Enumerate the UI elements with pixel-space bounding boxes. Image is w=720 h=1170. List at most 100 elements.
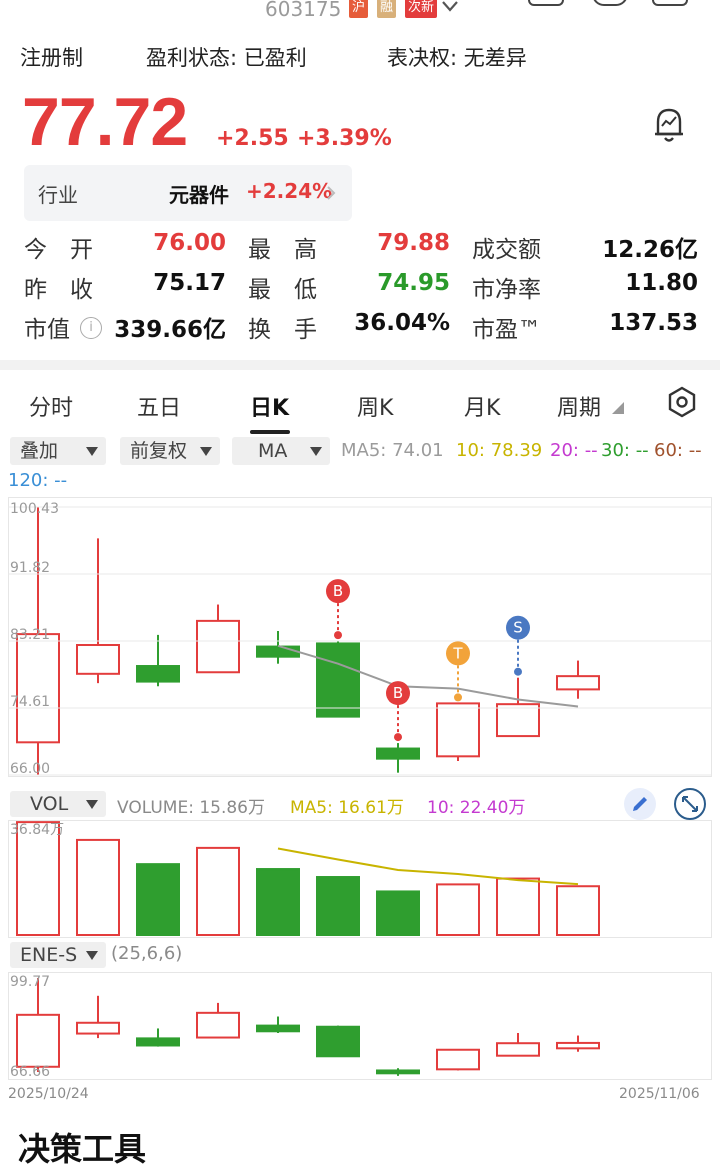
kline-candle: [316, 642, 360, 718]
adjust-dropdown[interactable]: 前复权: [120, 437, 220, 465]
industry-card[interactable]: 行业 元器件 +2.24%: [24, 165, 352, 221]
kline-candle: [376, 747, 420, 760]
ene-candle: [136, 1037, 180, 1047]
ma10-legend: 10: 78.39: [456, 440, 543, 461]
quote-label: 最 高: [248, 237, 317, 263]
info-icon[interactable]: i: [80, 317, 102, 339]
kline-candle: [136, 665, 180, 683]
kline-chart[interactable]: 100.43 91.82 83.21 74.61 66.00 B B T S: [8, 497, 712, 787]
indicator-label: MA: [258, 440, 288, 462]
chevron-down-icon[interactable]: [441, 0, 459, 14]
ene-chart[interactable]: 99.77 66.66: [8, 972, 712, 1080]
overlay-dropdown[interactable]: 叠加: [10, 437, 106, 465]
volume-bar: [376, 890, 420, 936]
quote-label: 昨 收: [24, 277, 93, 303]
registration-label: 注册制: [20, 46, 83, 70]
back-menu-icon[interactable]: [528, 0, 564, 6]
ene-candle: [196, 1011, 240, 1039]
search-icon[interactable]: [592, 0, 628, 6]
quote-value: 137.53: [609, 310, 698, 336]
kline-y-tick: 74.61: [10, 694, 50, 710]
quote-value: 79.88: [377, 230, 450, 256]
settings-icon[interactable]: [666, 386, 698, 418]
volume-bar: [436, 883, 480, 936]
stock-code: 603175: [265, 0, 342, 21]
tab-5[interactable]: 周期: [557, 390, 601, 422]
signal-label: B: [393, 684, 403, 702]
voting-rights: 表决权: 无差异: [387, 46, 527, 70]
kline-candle: [196, 619, 240, 674]
expand-icon: [682, 796, 698, 812]
signal-dot: [394, 733, 402, 742]
vol-indicator-dropdown[interactable]: VOL: [10, 791, 106, 817]
ma5-legend: MA5: 74.01: [341, 440, 444, 461]
volume-chart[interactable]: 36.84万: [8, 820, 712, 938]
signal-label: S: [513, 619, 523, 637]
tab-3[interactable]: 周K: [357, 390, 393, 422]
volume-bar: [556, 885, 600, 937]
quote-value: 11.80: [625, 270, 698, 296]
quote-label: 市净率: [472, 277, 541, 303]
price-change: +2.55: [216, 126, 289, 151]
tag-margin: 融: [377, 0, 397, 18]
ene-candle: [316, 1025, 360, 1058]
tab-1[interactable]: 五日: [137, 390, 181, 422]
tab-2[interactable]: 日K: [250, 390, 289, 422]
indicator-dropdown[interactable]: MA: [232, 437, 330, 465]
volume-bar: [496, 877, 540, 936]
volume-bar: [76, 838, 120, 936]
quote-label: 成交额: [472, 237, 541, 263]
kline-candle: [16, 633, 60, 744]
ene-indicator-label: ENE-S: [20, 944, 78, 966]
kline-y-tick: 91.82: [10, 560, 50, 576]
ene-y-tick: 66.66: [10, 1064, 50, 1080]
kline-candle: [76, 644, 120, 675]
volume-bar: [256, 868, 300, 937]
kline-frame: [8, 497, 712, 777]
quote-value: 75.17: [153, 270, 226, 296]
tag-new-listing: 次新: [405, 0, 438, 18]
volume-y-tick: 36.84万: [10, 822, 64, 838]
quote-value: 74.95: [377, 270, 450, 296]
chevron-right-icon: [327, 186, 336, 200]
ene-candle: [76, 1021, 120, 1035]
fullscreen-button[interactable]: [674, 788, 706, 820]
ma20-legend: 20: --: [550, 440, 598, 461]
ene-candle: [376, 1069, 420, 1075]
kline-y-tick: 66.00: [10, 761, 50, 777]
ene-candle: [556, 1041, 600, 1050]
draw-tool-button[interactable]: [624, 788, 656, 820]
quote-label: 换 手: [248, 317, 317, 343]
more-icon[interactable]: [652, 0, 688, 6]
price-alert-bell-icon[interactable]: [652, 104, 686, 144]
adjust-label: 前复权: [130, 440, 188, 462]
ene-candle: [256, 1024, 300, 1033]
ma60-legend: 60: --: [654, 440, 702, 461]
tab-0[interactable]: 分时: [29, 390, 73, 422]
quote-value: 36.04%: [354, 310, 450, 336]
start-date: 2025/10/24: [8, 1086, 89, 1102]
ene-candle: [496, 1042, 540, 1057]
vol-indicator-label: VOL: [30, 793, 69, 815]
overlay-label: 叠加: [20, 440, 59, 462]
volume-bar: [316, 876, 360, 936]
kline-y-tick: 83.21: [10, 627, 50, 643]
kline-y-tick: 100.43: [10, 501, 59, 517]
ene-indicator-dropdown[interactable]: ENE-S: [10, 942, 106, 968]
price-change-percent: +3.39%: [297, 126, 392, 151]
quote-label: 最 低: [248, 277, 317, 303]
kline-candle: [496, 703, 540, 738]
kline-candle: [256, 645, 300, 658]
tab-4[interactable]: 月K: [464, 390, 500, 422]
end-date: 2025/11/06: [619, 1086, 700, 1102]
kline-candle: [436, 702, 480, 758]
kline-candle: [556, 675, 600, 691]
quote-value: 339.66亿: [114, 317, 226, 343]
volume-bar: [16, 821, 60, 936]
volume-legend: VOLUME: 15.86万: [117, 798, 265, 818]
signal-dot: [514, 667, 522, 676]
signal-dot: [454, 693, 462, 702]
volume-bar: [136, 863, 180, 936]
pencil-icon: [633, 797, 647, 811]
last-price: 77.72: [22, 84, 188, 160]
